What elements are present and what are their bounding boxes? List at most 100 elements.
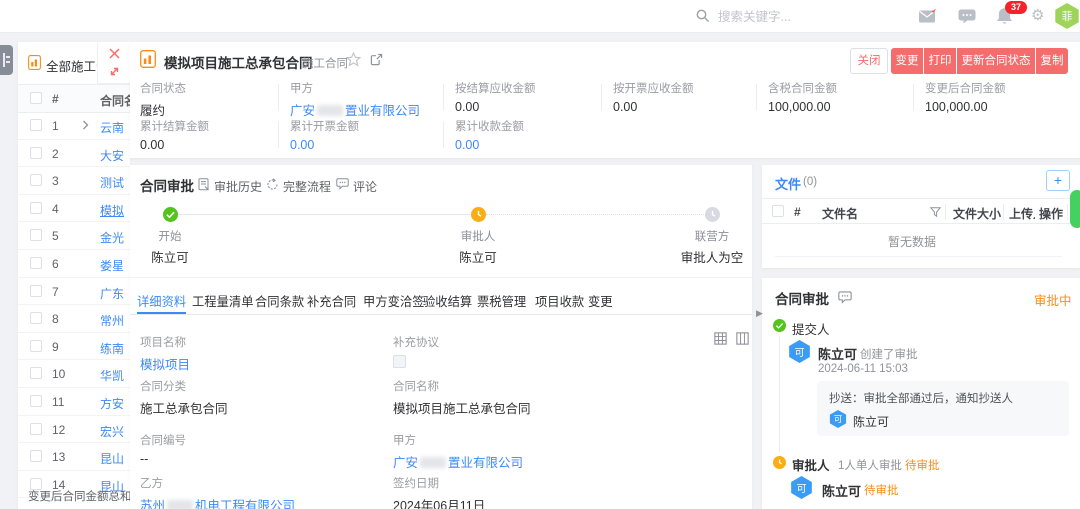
row-checkbox[interactable] <box>30 202 42 214</box>
star-icon[interactable] <box>346 52 361 67</box>
contract-link[interactable]: 方安 <box>100 395 124 412</box>
field-contract-code: 合同编号-- <box>140 432 186 466</box>
section-divider <box>130 277 752 278</box>
contract-link[interactable]: 云南 <box>100 119 124 136</box>
contract-link[interactable]: 华凯 <box>100 367 124 384</box>
copy-button[interactable]: 复制 <box>1036 48 1068 74</box>
list-item[interactable]: 5金光 <box>18 222 130 250</box>
field-value-link[interactable]: 0.00 <box>455 138 524 152</box>
comment-icon[interactable] <box>336 178 349 190</box>
tab-acceptance[interactable]: 验收结算 <box>423 292 472 310</box>
list-item[interactable]: 10华凯 <box>18 360 130 388</box>
tab-change[interactable]: 变更 <box>588 292 613 310</box>
row-checkbox[interactable] <box>30 147 42 159</box>
field-party-a-detail: 甲方广安置业有限公司 <box>393 432 523 471</box>
column-view-icon[interactable] <box>736 332 749 345</box>
contract-link[interactable]: 大安 <box>100 147 124 164</box>
comment-link[interactable]: 评论 <box>353 178 377 195</box>
row-checkbox[interactable] <box>30 119 42 131</box>
tab-supplement[interactable]: 补充合同 <box>307 292 356 310</box>
contract-link[interactable]: 宏兴 <box>100 423 124 440</box>
mail-icon[interactable] <box>918 8 938 24</box>
table-view-icon[interactable] <box>714 332 727 345</box>
open-external-icon[interactable] <box>370 53 383 66</box>
field-label: 按开票应收金额 <box>613 80 694 96</box>
contract-link[interactable]: 广东 <box>100 285 124 302</box>
contract-link[interactable]: 昆山 <box>100 450 124 467</box>
party-a-link[interactable]: 广安置业有限公司 <box>393 452 523 471</box>
list-item[interactable]: 8常州 <box>18 305 130 333</box>
user-avatar[interactable]: 菲 <box>1054 3 1080 29</box>
row-checkbox[interactable] <box>30 340 42 352</box>
field-invoice-receivable: 按开票应收金额0.00 <box>613 80 694 114</box>
list-item[interactable]: 1云南 <box>18 112 130 140</box>
list-item-selected[interactable]: 4模拟 <box>18 195 130 223</box>
chat-icon[interactable] <box>958 9 976 24</box>
update-status-button[interactable]: 更新合同状态 <box>957 48 1035 74</box>
list-item[interactable]: 11方安 <box>18 388 130 416</box>
list-item[interactable]: 7广东 <box>18 278 130 306</box>
full-flow-link[interactable]: 完整流程 <box>283 178 331 195</box>
party-a-link[interactable]: 广安置业有限公司 <box>290 100 420 119</box>
contract-link[interactable]: 娄星 <box>100 257 124 274</box>
row-checkbox[interactable] <box>30 285 42 297</box>
contract-link[interactable]: 测试 <box>100 174 124 191</box>
divider <box>443 84 444 110</box>
files-select-all-checkbox[interactable] <box>772 205 784 217</box>
approval-history-link[interactable]: 审批历史 <box>214 178 262 195</box>
field-label: 甲方 <box>393 432 523 448</box>
supplement-checkbox[interactable] <box>393 355 406 368</box>
row-checkbox[interactable] <box>30 257 42 269</box>
row-checkbox[interactable] <box>30 312 42 324</box>
panel-collapse-arrow-icon[interactable]: ▶ <box>756 308 763 319</box>
tab-party-a-change[interactable]: 甲方变洽签 <box>363 292 425 310</box>
contract-link[interactable]: 练南 <box>100 340 124 357</box>
gear-icon[interactable]: ⚙ <box>1031 6 1044 24</box>
search-input[interactable] <box>716 6 870 28</box>
row-checkbox[interactable] <box>30 423 42 435</box>
party-b-link[interactable]: 苏州机电工程有限公司 <box>140 495 295 509</box>
tab-terms[interactable]: 合同条款 <box>255 292 304 310</box>
tab-invoice-tax[interactable]: 票税管理 <box>477 292 526 310</box>
list-item[interactable]: 9练南 <box>18 333 130 361</box>
row-checkbox[interactable] <box>30 395 42 407</box>
sidebar-collapse-handle[interactable] <box>0 45 13 75</box>
list-item[interactable]: 12宏兴 <box>18 416 130 444</box>
list-item[interactable]: 2大安 <box>18 140 130 168</box>
field-label: 项目名称 <box>140 334 190 350</box>
approver-status: 待审批 <box>905 457 940 473</box>
filter-icon[interactable] <box>930 207 941 218</box>
comment-icon[interactable] <box>838 291 852 304</box>
row-checkbox[interactable] <box>30 229 42 241</box>
list-item[interactable]: 3测试 <box>18 167 130 195</box>
tab-boq[interactable]: 工程量清单 <box>192 292 254 310</box>
approval-history-icon[interactable] <box>198 178 210 191</box>
field-value-link[interactable]: 0.00 <box>290 138 359 152</box>
row-checkbox[interactable] <box>30 367 42 379</box>
list-doc-icon <box>28 55 41 70</box>
contract-link[interactable]: 模拟 <box>100 202 124 219</box>
side-quick-handle[interactable] <box>1070 190 1080 228</box>
handle-line <box>6 56 10 58</box>
close-button[interactable]: 关闭 <box>850 48 888 74</box>
add-file-button[interactable]: + <box>1046 170 1070 191</box>
contract-link[interactable]: 常州 <box>100 312 124 329</box>
contract-link[interactable]: 金光 <box>100 229 124 246</box>
tab-receipts[interactable]: 项目收款 <box>535 292 584 310</box>
row-checkbox[interactable] <box>30 174 42 186</box>
list-item[interactable]: 13昆山 <box>18 443 130 471</box>
full-flow-icon[interactable] <box>266 178 279 191</box>
approver-state: 待审批 <box>864 482 899 498</box>
expand-panel-icon[interactable] <box>108 65 121 78</box>
approval-section-title: 合同审批 <box>140 175 194 195</box>
list-item[interactable]: 6娄星 <box>18 250 130 278</box>
change-button[interactable]: 变更 <box>891 48 923 74</box>
close-panel-icon[interactable] <box>108 47 121 60</box>
print-button[interactable]: 打印 <box>924 48 956 74</box>
expand-chevron-icon[interactable] <box>82 120 89 130</box>
row-checkbox[interactable] <box>30 450 42 462</box>
redacted-text <box>167 500 193 509</box>
select-all-checkbox[interactable] <box>30 92 42 104</box>
project-link[interactable]: 模拟项目 <box>140 354 190 373</box>
tab-detail[interactable]: 详细资料 <box>137 292 186 310</box>
